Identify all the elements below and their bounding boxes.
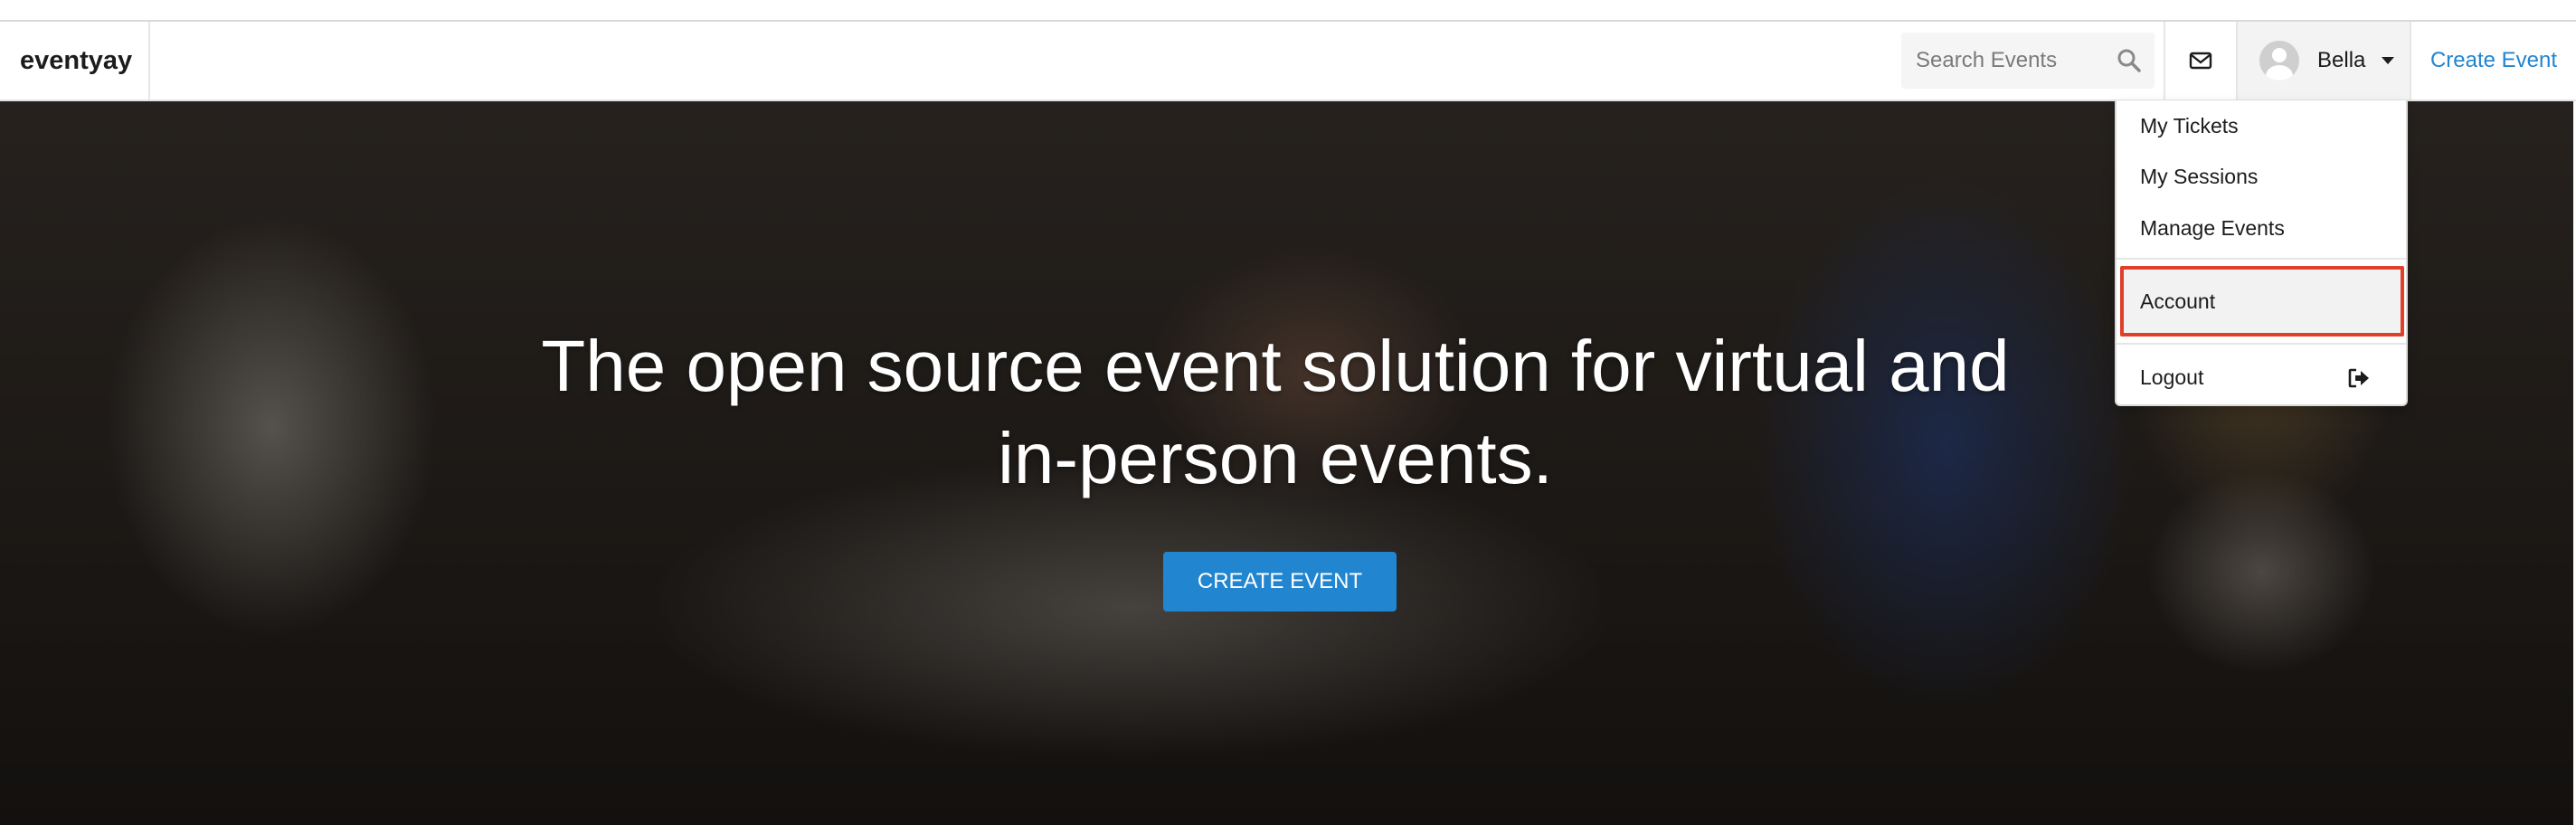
create-event-button[interactable]: CREATE EVENT: [1163, 552, 1397, 612]
menu-item-label: Account: [2140, 289, 2216, 313]
search-box: [1901, 33, 2155, 89]
menu-item-label: My Sessions: [2140, 164, 2259, 188]
create-event-link[interactable]: Create Event: [2410, 22, 2576, 100]
mail-icon: [2189, 52, 2212, 70]
menu-divider: [2117, 343, 2406, 345]
menu-divider: [2117, 258, 2406, 260]
menu-item-logout[interactable]: Logout: [2117, 352, 2406, 403]
menu-item-label: Logout: [2140, 365, 2204, 389]
avatar: [2259, 41, 2299, 81]
menu-item-manage-events[interactable]: Manage Events: [2117, 203, 2406, 253]
top-navbar: eventyay Bella Create Event: [0, 22, 2576, 101]
user-name: Bella: [2317, 48, 2366, 72]
menu-item-account[interactable]: Account: [2120, 266, 2404, 337]
hero-headline: The open source event solution for virtu…: [541, 326, 2010, 498]
search-input[interactable]: [1901, 33, 2109, 89]
brand-logo-link[interactable]: eventyay: [0, 22, 150, 100]
caret-down-icon: [2382, 57, 2395, 64]
menu-item-label: Manage Events: [2140, 215, 2285, 240]
messages-button[interactable]: [2164, 22, 2236, 100]
menu-item-my-sessions[interactable]: My Sessions: [2117, 151, 2406, 202]
user-menu-toggle[interactable]: Bella: [2236, 22, 2410, 100]
sign-out-icon: [2348, 368, 2369, 388]
user-dropdown-menu: My Tickets My Sessions Manage Events Acc…: [2115, 100, 2408, 406]
menu-item-label: My Tickets: [2140, 113, 2239, 138]
page: eventyay Bella Create Event: [0, 0, 2576, 825]
menu-item-my-tickets[interactable]: My Tickets: [2117, 100, 2406, 151]
search-icon[interactable]: [2115, 46, 2144, 75]
